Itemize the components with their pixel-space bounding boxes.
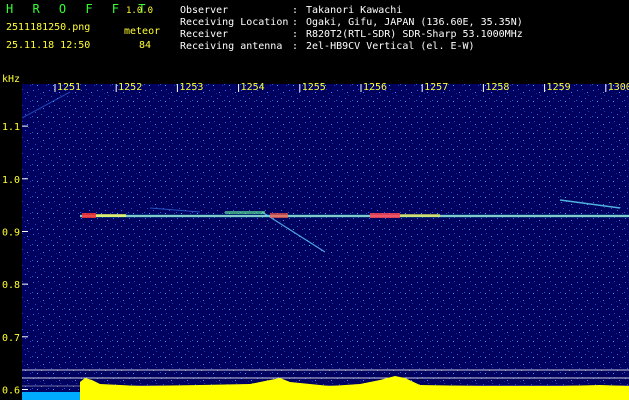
- info-label-receiver: Receiver: [180, 29, 229, 40]
- y-tick-label: 0.7: [2, 333, 20, 344]
- x-tick-label: 1257: [424, 82, 448, 93]
- signal-band-left: [22, 392, 80, 400]
- info-colon: :: [292, 29, 299, 40]
- y-tick-labels: 1.1 1.0 0.9 0.8 0.7 0.6: [2, 122, 20, 396]
- echo-trail: [400, 214, 440, 217]
- x-tick-label: 1252: [118, 82, 142, 93]
- meteor-count: 84: [139, 40, 152, 51]
- spectrogram-chart: kHz 1251 1252 1253 1254 1255 1256 1257 1258 1259…: [2, 74, 629, 400]
- echo-trail: [225, 211, 265, 214]
- info-value-antenna: 2el-HB9CV Vertical (el. E-W): [306, 41, 475, 52]
- info-label-observer: Observer: [180, 5, 229, 16]
- echo-hotspot: [82, 213, 96, 218]
- x-tick-label: 1258: [485, 82, 509, 93]
- header-panel: H R O F F T 1.0.0 2511181250.png meteor …: [0, 0, 629, 72]
- x-tick-label: 1251: [57, 82, 81, 93]
- echo-hotspot: [270, 213, 288, 218]
- info-label-location: Receiving Location: [180, 17, 289, 28]
- info-label-antenna: Receiving antenna: [180, 41, 283, 52]
- info-colon: :: [292, 41, 299, 52]
- y-tick-label: 1.0: [2, 175, 20, 186]
- info-value-receiver: R820T2(RTL-SDR) SDR-Sharp 53.1000MHz: [306, 29, 523, 40]
- info-value-observer: Takanori Kawachi: [306, 5, 403, 16]
- meteor-label: meteor: [124, 26, 161, 37]
- file-name: 2511181250.png: [6, 22, 91, 33]
- echo-trail: [96, 214, 126, 217]
- app-version: 1.0.0: [126, 6, 154, 16]
- x-tick-label: 1253: [179, 82, 203, 93]
- echo-hotspot: [370, 213, 400, 218]
- x-tick-label: 1256: [363, 82, 387, 93]
- y-unit-label: kHz: [2, 74, 20, 85]
- y-tick-label: 1.1: [2, 122, 20, 133]
- y-tick-label: 0.6: [2, 385, 20, 396]
- info-value-location: Ogaki, Gifu, JAPAN (136.60E, 35.35N): [306, 17, 523, 28]
- x-tick-label: 1300: [608, 82, 629, 93]
- y-tick-label: 0.8: [2, 280, 20, 291]
- x-tick-label: 1254: [241, 82, 265, 93]
- info-colon: :: [292, 17, 299, 28]
- y-tick-label: 0.9: [2, 227, 20, 238]
- info-colon: :: [292, 5, 299, 16]
- x-tick-label: 1259: [547, 82, 571, 93]
- date-time: 25.11.18 12:50: [6, 40, 91, 51]
- x-tick-label: 1255: [302, 82, 326, 93]
- spectrogram-area: [22, 84, 629, 400]
